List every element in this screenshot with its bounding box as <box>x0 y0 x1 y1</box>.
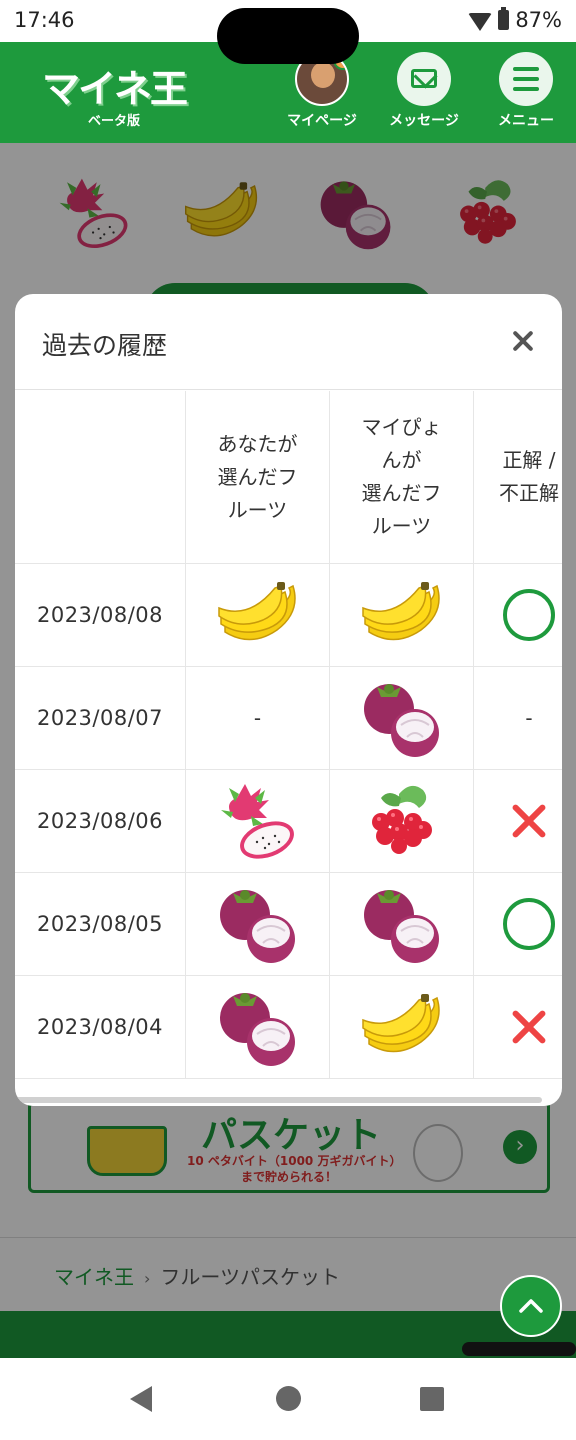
your-fruit: - <box>186 667 330 769</box>
modal-title: 過去の履歴 <box>42 331 168 360</box>
mangosteen-icon <box>219 993 295 1066</box>
your-fruit <box>186 976 330 1078</box>
message-button[interactable]: メッセージ <box>384 52 464 130</box>
back-icon[interactable] <box>130 1386 152 1412</box>
chevron-up-icon <box>519 1299 543 1313</box>
raspberry-icon <box>371 785 432 854</box>
history-date: 2023/08/06 <box>15 770 186 872</box>
history-date: 2023/08/07 <box>15 667 186 769</box>
recent-apps-icon[interactable] <box>420 1387 444 1411</box>
modal-header: 過去の履歴 <box>15 294 562 390</box>
menu-icon-circle <box>499 52 553 106</box>
banana-icon <box>361 582 440 641</box>
logo-beta-label: ベータ版 <box>88 114 141 129</box>
your-fruit <box>186 564 330 666</box>
result-mark <box>474 976 562 1078</box>
mypage-label: マイページ <box>287 113 357 129</box>
table-header-date <box>15 391 186 563</box>
wifi-icon <box>468 12 493 31</box>
history-modal: 過去の履歴 あなたが 選んだフ ルーツ マイぴょ んが 選んだフ ルーツ 正解 … <box>15 294 562 1106</box>
your-fruit <box>186 770 330 872</box>
empty-dash: - <box>253 706 262 730</box>
maipyon-fruit <box>330 564 474 666</box>
status-time: 17:46 <box>14 8 75 32</box>
maipyon-fruit <box>330 976 474 1078</box>
result-mark: - <box>474 667 562 769</box>
battery-icon <box>498 7 510 30</box>
mangosteen-icon <box>363 684 439 757</box>
correct-circle-icon <box>503 589 555 641</box>
table-row: 2023/08/04 <box>15 976 562 1079</box>
maipyon-fruit <box>330 770 474 872</box>
close-icon[interactable] <box>507 326 539 358</box>
table-header-result: 正解 / 不正解 <box>499 448 559 505</box>
menu-button[interactable]: メニュー <box>486 52 566 130</box>
incorrect-cross-icon <box>510 1008 548 1046</box>
mangosteen-icon <box>363 890 439 963</box>
site-logo[interactable]: マイネ王 <box>42 58 188 113</box>
status-icons: 87% <box>468 7 562 32</box>
result-mark <box>474 770 562 872</box>
table-row: 2023/08/07 - - <box>15 667 562 770</box>
mangosteen-icon <box>219 890 295 963</box>
incorrect-cross-icon <box>510 802 548 840</box>
table-row: 2023/08/05 <box>15 873 562 976</box>
dragonfruit-icon <box>220 784 294 859</box>
correct-circle-icon <box>503 898 555 950</box>
message-label: メッセージ <box>389 113 459 129</box>
mail-icon <box>411 69 437 88</box>
screen: 17:46 87% マイネ王 ベータ版 マイページ メッセージ メニュー パスケ… <box>0 0 576 1440</box>
menu-icon <box>513 67 539 91</box>
table-header-yours: あなたが 選んだフ ルーツ <box>186 391 330 563</box>
table-header-maipyon: マイぴょ んが 選んだフ ルーツ <box>330 391 474 563</box>
message-icon-circle <box>397 52 451 106</box>
banana-icon <box>217 582 296 641</box>
table-header-row: あなたが 選んだフ ルーツ マイぴょ んが 選んだフ ルーツ 正解 / 不正解 <box>15 391 562 564</box>
maipyon-fruit <box>330 667 474 769</box>
table-row: 2023/08/06 <box>15 770 562 873</box>
your-fruit <box>186 873 330 975</box>
result-mark <box>474 873 562 975</box>
scroll-top-button[interactable] <box>500 1275 562 1337</box>
history-date: 2023/08/04 <box>15 976 186 1078</box>
horizontal-scrollbar[interactable] <box>15 1097 542 1103</box>
table-row: 2023/08/08 <box>15 564 562 667</box>
empty-dash: - <box>525 706 533 730</box>
battery-percent: 87% <box>515 8 562 32</box>
history-date: 2023/08/08 <box>15 564 186 666</box>
maipyon-fruit <box>330 873 474 975</box>
android-nav-bar <box>0 1358 576 1440</box>
result-mark <box>474 564 562 666</box>
menu-label: メニュー <box>498 113 554 129</box>
history-date: 2023/08/05 <box>15 873 186 975</box>
banana-icon <box>361 994 440 1053</box>
gesture-handle <box>462 1342 576 1356</box>
camera-notch <box>217 8 359 64</box>
home-icon[interactable] <box>276 1386 301 1411</box>
